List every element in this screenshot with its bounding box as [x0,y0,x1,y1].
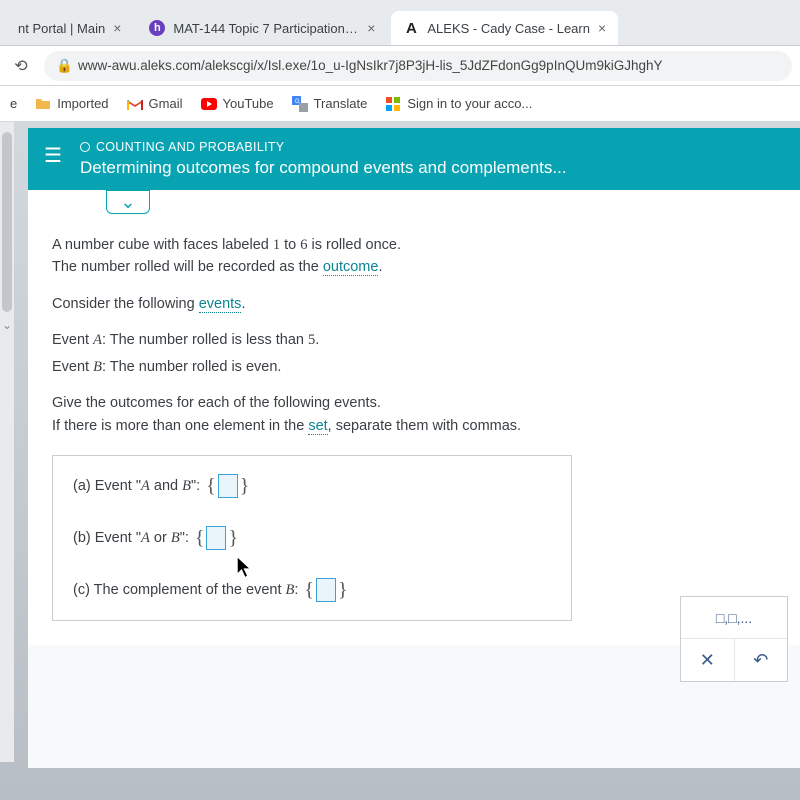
answer-toolbox: □,□,... ✕ ↶ [680,596,788,682]
text: Give the outcomes for each of the follow… [52,395,381,411]
text: The number rolled will be recorded as th… [52,259,323,275]
browser-tab-strip: nt Portal | Main × h MAT-144 Topic 7 Par… [0,0,800,46]
event-b-def: Event B: The number rolled is even. [52,356,776,378]
tab-title: MAT-144 Topic 7 Participation Ac [173,21,359,36]
text: to [280,237,300,253]
browser-toolbar: ⟲ 🔒 www-awu.aleks.com/alekscgi/x/Isl.exe… [0,46,800,86]
bookmark-label: Translate [314,96,368,111]
microsoft-icon [385,96,401,112]
vertical-scrollbar[interactable] [0,122,14,762]
browser-tab-2[interactable]: h MAT-144 Topic 7 Participation Ac × [137,11,387,45]
text: A [93,332,102,348]
folder-icon [35,96,51,112]
bookmark-imported[interactable]: Imported [35,96,108,112]
bookmark-signin[interactable]: Sign in to your acco... [385,96,532,112]
event-a-def: Event A: The number rolled is less than … [52,329,776,351]
gmail-icon [127,96,143,112]
text: 6 [300,237,307,253]
favicon-a-icon: A [403,20,419,36]
text: . [241,296,245,312]
answer-slot[interactable] [206,526,226,550]
answer-panel: (a) Event "A and B": {} (b) Event "A or … [52,455,572,621]
text: A number cube with faces labeled [52,237,273,253]
breadcrumb-text: COUNTING AND PROBABILITY [96,140,284,154]
set-input-a[interactable]: {} [206,474,249,498]
insert-list-button[interactable]: □,□,... [681,597,787,639]
close-icon[interactable]: × [113,20,121,36]
text: : The number rolled is less than [102,332,308,348]
youtube-icon [201,96,217,112]
translate-icon: G [292,96,308,112]
answer-label: (c) The complement of the event B: [73,582,298,599]
clear-button[interactable]: ✕ [681,639,734,681]
text: Consider the following [52,296,199,312]
text: is rolled once. [308,237,402,253]
term-complement[interactable]: complement [123,582,202,598]
page-title: Determining outcomes for compound events… [80,158,567,178]
undo-icon: ↶ [753,650,768,671]
problem-text: A number cube with faces labeled 1 to 6 … [52,234,776,279]
address-bar[interactable]: 🔒 www-awu.aleks.com/alekscgi/x/Isl.exe/1… [44,51,792,81]
answer-row-a: (a) Event "A and B": {} [73,474,551,498]
term-outcome[interactable]: outcome [323,259,379,276]
term-events[interactable]: events [199,296,242,313]
text: B [93,359,102,375]
browser-tab-1[interactable]: nt Portal | Main × [6,11,133,45]
page-viewport: ☰ COUNTING AND PROBABILITY Determining o… [0,122,800,768]
bookmark-item[interactable]: e [10,96,17,111]
set-input-b[interactable]: {} [195,526,238,550]
term-set[interactable]: set [308,418,327,435]
close-icon: ✕ [700,650,715,671]
collapse-toggle[interactable]: ⌄ [106,188,150,214]
text: . [378,259,382,275]
answer-row-c: (c) The complement of the event B: {} [73,578,551,602]
reload-button[interactable]: ⟲ [8,53,34,79]
close-icon[interactable]: × [367,20,375,36]
breadcrumb: COUNTING AND PROBABILITY [80,140,567,154]
bookmark-youtube[interactable]: YouTube [201,96,274,112]
set-input-c[interactable]: {} [304,578,347,602]
lock-icon: 🔒 [56,58,70,74]
text: If there is more than one element in the [52,418,308,434]
favicon-h-icon: h [149,20,165,36]
app-header: ☰ COUNTING AND PROBABILITY Determining o… [28,128,800,190]
tab-title: ALEKS - Cady Case - Learn [427,21,590,36]
text: Event [52,359,93,375]
browser-tab-3[interactable]: A ALEKS - Cady Case - Learn × [391,11,618,45]
chevron-down-icon: ⌄ [120,192,135,213]
svg-text:G: G [295,99,300,105]
problem-card: ⌄ A number cube with faces labeled 1 to … [28,190,800,645]
list-hint-icon: □,□,... [716,610,752,626]
close-icon[interactable]: × [598,20,606,36]
scrollbar-thumb[interactable] [2,132,12,312]
text: . [315,332,319,348]
bookmark-translate[interactable]: G Translate [292,96,368,112]
answer-label: (a) Event "A and B": [73,478,200,495]
bookmark-label: Sign in to your acco... [407,96,532,111]
answer-slot[interactable] [316,578,336,602]
url-text: www-awu.aleks.com/alekscgi/x/Isl.exe/1o_… [78,58,662,73]
bookmarks-bar: e Imported Gmail YouTube G Translate Sig… [0,86,800,122]
bookmark-label: YouTube [223,96,274,111]
status-dot-icon [80,142,90,152]
bookmark-gmail[interactable]: Gmail [127,96,183,112]
tab-title: nt Portal | Main [18,21,105,36]
answer-label: (b) Event "A or B": [73,530,189,547]
undo-button[interactable]: ↶ [734,639,788,681]
answer-slot[interactable] [218,474,238,498]
problem-text: Consider the following events. [52,293,776,315]
menu-button[interactable]: ☰ [44,146,62,166]
text: : The number rolled is even. [102,359,281,375]
instructions: Give the outcomes for each of the follow… [52,392,776,437]
answer-row-b: (b) Event "A or B": {} [73,526,551,550]
text: , separate them with commas. [328,418,521,434]
bookmark-label: Gmail [149,96,183,111]
bookmark-label: Imported [57,96,108,111]
text: Event [52,332,93,348]
